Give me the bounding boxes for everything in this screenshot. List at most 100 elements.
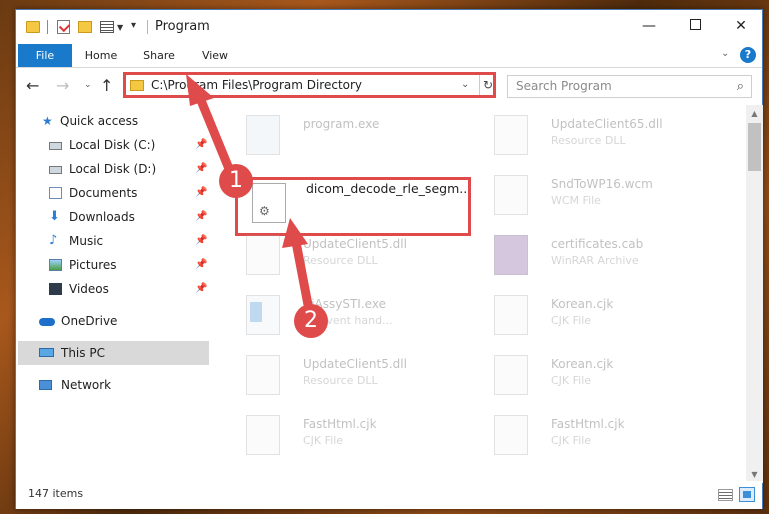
search-icon: ⌕	[736, 79, 744, 94]
sidebar-item-label: OneDrive	[61, 314, 118, 328]
new-folder-icon[interactable]	[78, 21, 92, 33]
sidebar-item-label: Local Disk (D:)	[69, 162, 157, 176]
close-button[interactable]: ✕	[718, 10, 764, 43]
explorer-window: ▼ ▾ Program — ✕ File Home Share View ⌄ ?…	[15, 9, 763, 509]
search-input[interactable]: Search Program ⌕	[507, 75, 752, 98]
quick-access-separator	[47, 20, 48, 34]
sidebar-item-videos[interactable]: Videos 📌	[16, 277, 211, 301]
address-path[interactable]: C:\Program Files\Program Directory	[151, 78, 362, 92]
sidebar-item-pictures[interactable]: Pictures 📌	[16, 253, 211, 277]
file-icon	[246, 415, 280, 455]
sidebar-item-label: Videos	[69, 282, 109, 296]
file-item[interactable]: FastHtml.cjk CJK File	[474, 411, 719, 461]
app-icon	[246, 295, 280, 335]
file-name: program.exe	[303, 117, 380, 131]
back-button[interactable]: ←	[26, 76, 39, 95]
videos-icon	[49, 283, 62, 295]
sidebar-item-local-disk-d[interactable]: Local Disk (D:) 📌	[16, 157, 211, 181]
title-bar: ▼ ▾ Program — ✕	[16, 10, 762, 44]
sidebar-item-label: Quick access	[60, 114, 139, 128]
pin-icon: 📌	[195, 283, 208, 294]
download-icon: ⬇	[49, 209, 60, 224]
up-button[interactable]: ↑	[100, 76, 113, 95]
dll-icon	[246, 235, 280, 275]
drive-icon	[49, 142, 62, 150]
file-name: FastHtml.cjk	[303, 417, 377, 431]
file-highlight-box	[235, 177, 471, 236]
file-item[interactable]: Korean.cjk CJK File	[474, 291, 719, 341]
file-item[interactable]: program.exe	[226, 111, 471, 161]
sidebar-item-downloads[interactable]: ⬇ Downloads 📌	[16, 205, 211, 229]
file-item[interactable]: UpdateClient65.dll Resource DLL	[474, 111, 719, 161]
pin-icon: 📌	[195, 187, 208, 198]
file-item[interactable]: SndToWP16.wcm WCM File	[474, 171, 719, 221]
file-name: Korean.cjk	[551, 357, 614, 371]
scroll-up-icon[interactable]: ▲	[746, 105, 763, 122]
vertical-scrollbar[interactable]: ▲ ▼	[746, 105, 763, 483]
pin-icon: 📌	[195, 211, 208, 222]
file-item[interactable]: Korean.cjk CJK File	[474, 351, 719, 401]
scroll-thumb[interactable]	[748, 123, 761, 171]
sidebar-item-quick-access[interactable]: ★ Quick access	[16, 109, 211, 133]
chevron-down-icon[interactable]: ▼	[117, 23, 123, 39]
file-item[interactable]: AiAssySTI.exe sti event hand...	[226, 291, 471, 341]
file-type: CJK File	[551, 434, 592, 447]
quick-access-dropdown-icon[interactable]: ▾	[131, 20, 136, 36]
file-type: CJK File	[551, 374, 592, 387]
sidebar-item-network[interactable]: Network	[16, 373, 211, 397]
maximize-button[interactable]	[672, 10, 718, 43]
file-name: UpdateClient65.dll	[551, 117, 663, 131]
sidebar-item-label: This PC	[61, 346, 105, 360]
sidebar-item-onedrive[interactable]: OneDrive	[16, 309, 211, 333]
file-icon	[494, 415, 528, 455]
tab-file[interactable]: File	[18, 44, 72, 67]
large-icons-view-icon[interactable]	[739, 487, 755, 502]
file-name: certificates.cab	[551, 237, 644, 251]
file-list: program.exe UpdateClient65.dll Resource …	[216, 105, 746, 480]
forward-button[interactable]: →	[56, 76, 69, 95]
refresh-button[interactable]: ↻	[479, 75, 496, 95]
file-type: Resource DLL	[303, 254, 378, 267]
file-type: WCM File	[551, 194, 601, 207]
help-icon[interactable]: ?	[740, 47, 756, 63]
star-icon: ★	[42, 114, 53, 128]
sidebar-item-music[interactable]: ♪ Music 📌	[16, 229, 211, 253]
file-item[interactable]: FastHtml.cjk CJK File	[226, 411, 471, 461]
sidebar-item-this-pc[interactable]: This PC	[18, 341, 209, 365]
file-item[interactable]: UpdateClient5.dll Resource DLL	[226, 231, 471, 281]
item-count: 147 items	[28, 487, 84, 500]
folder-icon	[130, 80, 144, 91]
file-item[interactable]: UpdateClient5.dll Resource DLL	[226, 351, 471, 401]
tab-view[interactable]: View	[192, 44, 238, 67]
step-badge-2: 2	[294, 304, 328, 338]
pictures-icon	[49, 259, 62, 271]
file-name: UpdateClient5.dll	[303, 237, 407, 251]
expand-ribbon-icon[interactable]: ⌄	[721, 48, 729, 59]
file-type: Resource DLL	[551, 134, 626, 147]
tab-share[interactable]: Share	[136, 44, 182, 67]
address-dropdown-icon[interactable]: ⌄	[461, 79, 469, 90]
file-name: UpdateClient5.dll	[303, 357, 407, 371]
dll-icon	[494, 115, 528, 155]
details-view-icon[interactable]	[718, 489, 733, 501]
customize-toolbar-icon[interactable]	[100, 21, 114, 33]
network-icon	[39, 380, 52, 390]
tab-home[interactable]: Home	[78, 44, 124, 67]
cab-icon	[494, 235, 528, 275]
pc-icon	[39, 348, 54, 357]
recent-locations-button[interactable]: ⌄	[84, 80, 92, 90]
folder-icon	[26, 21, 40, 33]
file-name: FastHtml.cjk	[551, 417, 625, 431]
minimize-button[interactable]: —	[626, 10, 672, 43]
window-title: Program	[155, 19, 210, 34]
sidebar-item-local-disk-c[interactable]: Local Disk (C:) 📌	[16, 133, 211, 157]
address-bar[interactable]: C:\Program Files\Program Directory ⌄ ↻	[123, 72, 496, 98]
search-placeholder: Search Program	[516, 79, 612, 93]
file-name: SndToWP16.wcm	[551, 177, 653, 191]
file-item[interactable]: certificates.cab WinRAR Archive	[474, 231, 719, 281]
file-type: CJK File	[303, 434, 344, 447]
sidebar-item-documents[interactable]: Documents 📌	[16, 181, 211, 205]
properties-icon[interactable]	[57, 20, 70, 34]
file-icon	[494, 355, 528, 395]
sidebar-item-label: Local Disk (C:)	[69, 138, 156, 152]
